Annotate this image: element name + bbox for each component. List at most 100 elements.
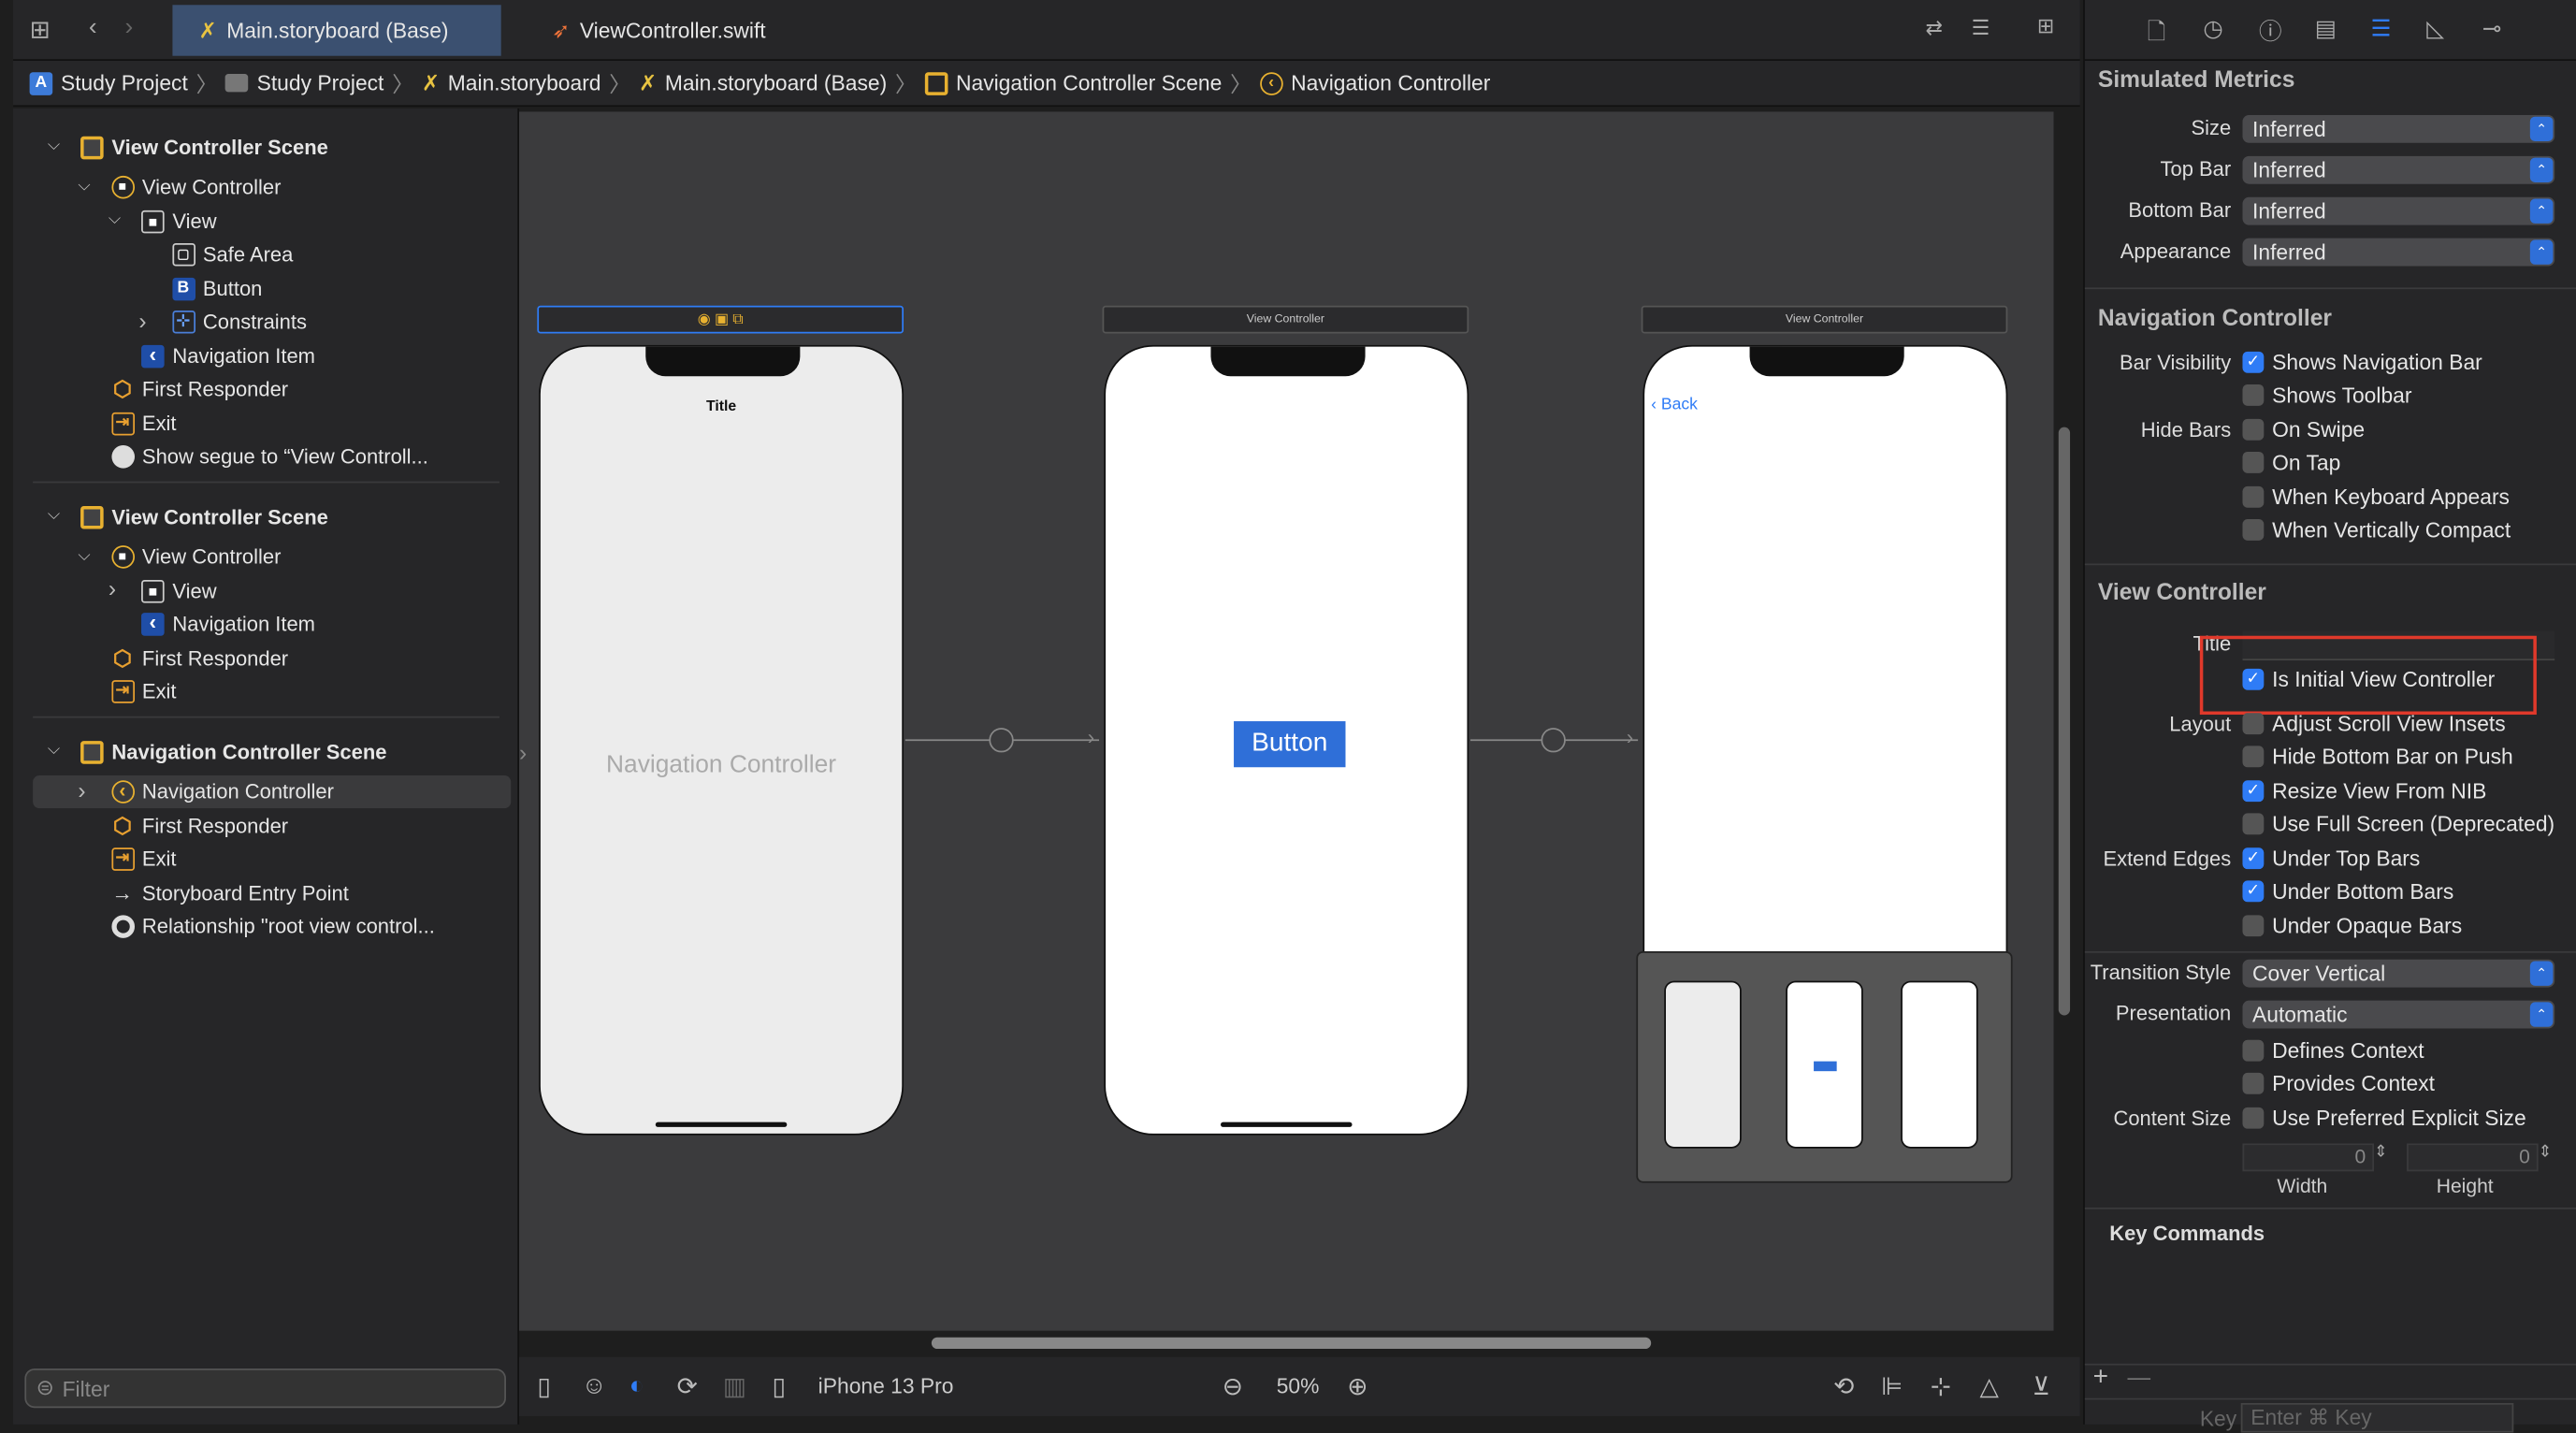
chevron-down-icon[interactable]: ⌵ [78, 177, 90, 195]
outline-item[interactable]: ⊹ Constraints [171, 307, 307, 338]
device-icon[interactable]: ▯ [773, 1372, 787, 1401]
sidebar-toggle-icon[interactable]: ▯ [537, 1372, 551, 1401]
filter-input[interactable]: ⊜ Filter [24, 1368, 506, 1409]
navigation-controller-scene[interactable]: Title Navigation Controller [539, 344, 904, 1136]
outline-item[interactable]: ⇥ Exit [110, 844, 177, 875]
width-stepper-icon[interactable]: ⇕ [2374, 1143, 2388, 1161]
outline-item[interactable]: View Controller Scene [80, 501, 328, 532]
tab-viewcontroller-swift[interactable]: ➶ ViewController.swift [526, 5, 792, 55]
storyboard-canvas[interactable]: ◉ ▣ ⧉ Title Navigation Controller View C… [519, 111, 2071, 1350]
accessibility-icon[interactable]: ☺ [582, 1372, 607, 1400]
breadcrumb-project[interactable]: A Study Project [29, 71, 188, 95]
outline-item[interactable]: Show segue to “View Controll... [110, 441, 428, 472]
appearance-icon[interactable]: ◐ [630, 1372, 644, 1400]
popup-bottom-bar[interactable]: Inferred ⌃ [2242, 196, 2555, 225]
zoom-in-icon[interactable]: ⊕ [1347, 1372, 1368, 1401]
breadcrumb-scene[interactable]: Navigation Controller Scene [924, 71, 1222, 95]
popup-top-bar[interactable]: Inferred ⌃ [2242, 155, 2555, 184]
checkbox-defines-context[interactable]: Defines Context [2242, 1038, 2424, 1063]
scene-dock-nav-controller[interactable]: ◉ ▣ ⧉ [537, 305, 904, 334]
grid-icon[interactable]: ⊞ [30, 15, 51, 45]
back-icon[interactable]: ‹ [89, 13, 97, 41]
show-segue-icon[interactable] [1541, 728, 1566, 753]
attributes-inspector-icon[interactable]: ☰ [2370, 15, 2391, 43]
chevron-down-icon[interactable]: ⌵ [48, 137, 60, 154]
checkbox-shows-navigation-bar[interactable]: ✓ Shows Navigation Bar [2242, 350, 2482, 374]
outline-item[interactable]: ‹ Navigation Controller [110, 776, 334, 807]
width-field[interactable]: 0 [2242, 1143, 2374, 1172]
checkbox-on-swipe[interactable]: On Swipe [2242, 417, 2365, 441]
outline-item[interactable]: View Controller Scene [80, 132, 328, 163]
chevron-down-icon[interactable]: ⌵ [78, 546, 90, 564]
checkbox-hide-bottom-bar-on-push[interactable]: Hide Bottom Bar on Push [2242, 745, 2513, 769]
outline-item[interactable]: ■ View [141, 575, 217, 606]
checkbox-use-preferred-explicit-size[interactable]: Use Preferred Explicit Size [2242, 1106, 2526, 1130]
back-button[interactable]: ‹ Back [1651, 396, 1698, 413]
outline-item[interactable]: ■ View Controller [110, 172, 281, 203]
outline-item[interactable]: → Storyboard Entry Point [111, 877, 348, 908]
height-stepper-icon[interactable]: ⇕ [2539, 1143, 2553, 1161]
update-frames-icon[interactable]: ⟲ [1833, 1372, 1854, 1401]
checkbox-provides-context[interactable]: Provides Context [2242, 1071, 2435, 1096]
scene-dock-view-controller-2[interactable]: View Controller [1641, 305, 2008, 334]
outline-item[interactable]: ⇥ Exit [110, 676, 177, 707]
add-editor-icon[interactable]: ⊞ [2037, 13, 2054, 38]
breadcrumb-storyboard[interactable]: ✗ Main.storyboard [422, 70, 601, 96]
checkbox-under-opaque-bars[interactable]: Under Opaque Bars [2242, 914, 2462, 938]
outline-item[interactable]: B Button [171, 273, 262, 304]
popup-presentation[interactable]: Automatic ⌃ [2242, 1000, 2555, 1029]
vertical-scrollbar[interactable] [2058, 427, 2071, 1016]
relationship-segue-icon[interactable] [989, 728, 1014, 753]
outline-item[interactable]: ■ View Controller [110, 542, 281, 572]
zoom-out-icon[interactable]: ⊖ [1223, 1372, 1243, 1401]
outline-item[interactable]: ‹ Navigation Item [141, 609, 315, 640]
align-icon[interactable]: ⊫ [1881, 1372, 1903, 1401]
outline-item[interactable]: ⬡ First Responder [111, 374, 288, 405]
minimap[interactable] [1636, 950, 2013, 1183]
outline-item[interactable]: ▢ Safe Area [171, 239, 293, 270]
popup-size[interactable]: Inferred ⌃ [2242, 114, 2555, 143]
breadcrumb-storyboard-base[interactable]: ✗ Main.storyboard (Base) [639, 70, 887, 96]
orientation-icon[interactable]: ⟳ [677, 1372, 698, 1401]
swap-icon[interactable]: ⇄ [1926, 15, 1943, 40]
popup-transition-style[interactable]: Cover Vertical ⌃ [2242, 959, 2555, 988]
breadcrumb-nav-controller[interactable]: ‹ Navigation Controller [1259, 71, 1490, 95]
checkbox-under-top-bars[interactable]: ✓ Under Top Bars [2242, 847, 2420, 871]
add-key-command-button[interactable]: + [2093, 1364, 2108, 1394]
checkbox-resize-view-from-nib[interactable]: ✓ Resize View From NIB [2242, 779, 2486, 803]
chevron-right-icon[interactable]: › [138, 307, 146, 333]
chevron-right-icon[interactable]: › [109, 575, 116, 601]
outline-item[interactable]: ■ View [141, 206, 217, 237]
breadcrumb-folder[interactable]: Study Project [225, 71, 384, 95]
checkbox-shows-toolbar[interactable]: Shows Toolbar [2242, 383, 2411, 408]
device-selector[interactable]: iPhone 13 Pro [818, 1373, 954, 1397]
scene-dock-view-controller[interactable]: View Controller [1102, 305, 1469, 334]
resolve-issues-icon[interactable]: △ [1979, 1372, 1998, 1401]
key-input[interactable]: Enter ⌘ Key [2240, 1402, 2514, 1433]
chevron-right-icon[interactable]: › [78, 776, 85, 803]
split-icon[interactable]: ▥ [723, 1372, 746, 1401]
chevron-down-icon[interactable]: ⌵ [109, 210, 121, 228]
outline-item[interactable]: Navigation Controller Scene [80, 736, 386, 767]
add-constraints-icon[interactable]: ⊹ [1931, 1372, 1951, 1401]
horizontal-scrollbar[interactable] [931, 1337, 1652, 1350]
popup-appearance[interactable]: Inferred ⌃ [2242, 238, 2555, 267]
button-element[interactable]: Button [1234, 721, 1346, 768]
identity-inspector-icon[interactable]: ▤ [2315, 15, 2337, 43]
embed-in-icon[interactable]: ⊻ [2033, 1372, 2050, 1401]
entry-point-arrow[interactable]: › [519, 739, 527, 765]
outline-item[interactable]: ⇥ Exit [110, 408, 177, 439]
history-icon[interactable]: ◷ [2203, 15, 2222, 43]
checkbox-adjust-scroll-view-insets[interactable]: Adjust Scroll View Insets [2242, 712, 2506, 736]
help-icon[interactable]: ⓘ [2259, 15, 2282, 48]
outline-item[interactable]: ‹ Navigation Item [141, 340, 315, 371]
forward-icon[interactable]: › [124, 13, 133, 41]
outline-item[interactable]: Relationship "root view control... [110, 911, 435, 942]
outline-item[interactable]: ⬡ First Responder [111, 643, 288, 673]
chevron-down-icon[interactable]: ⌵ [48, 741, 60, 759]
checkbox-on-tap[interactable]: On Tap [2242, 450, 2340, 475]
outline-item[interactable]: ⬡ First Responder [111, 810, 288, 841]
view-controller-scene[interactable]: Button [1104, 344, 1469, 1136]
size-inspector-icon[interactable]: ◺ [2426, 15, 2444, 43]
lines-icon[interactable]: ☰ [1972, 15, 1990, 40]
